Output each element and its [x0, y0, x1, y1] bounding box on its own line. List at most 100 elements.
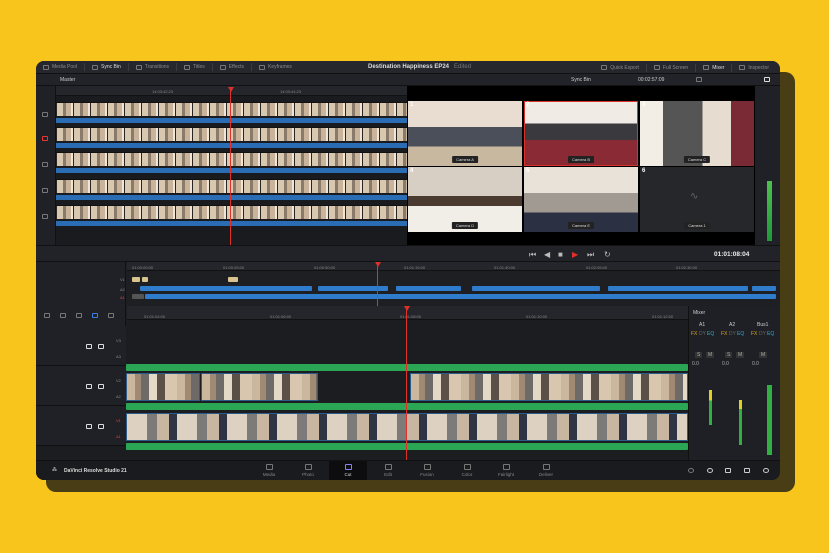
- camera-cell[interactable]: 5 Camera E: [524, 167, 638, 232]
- effects-button[interactable]: Effects: [213, 63, 252, 71]
- source-clip[interactable]: [56, 205, 407, 219]
- title-clip[interactable]: [228, 277, 238, 282]
- clip[interactable]: [140, 286, 312, 291]
- video-clip[interactable]: [410, 373, 688, 401]
- page-tab-photo[interactable]: Photo: [289, 461, 327, 480]
- source-clip[interactable]: [56, 152, 407, 166]
- play-button[interactable]: ▶: [572, 250, 578, 259]
- source-tape[interactable]: 14:03:42:23 14:03:44:23: [56, 86, 407, 245]
- title-clip[interactable]: [132, 277, 140, 282]
- page-tab-deliver[interactable]: Deliver: [527, 461, 565, 480]
- tool-icon[interactable]: [60, 313, 66, 318]
- settings-icon[interactable]: [763, 468, 769, 473]
- titles-button[interactable]: Titles: [177, 63, 213, 71]
- overview-timeline[interactable]: V1 A2 A1 01:00:00:00 01:00:25:00 01:00:5…: [36, 262, 780, 306]
- media-pool-button[interactable]: Media Pool: [36, 63, 86, 71]
- viewer-label: Sync Bin: [571, 77, 591, 83]
- camera-cell[interactable]: 4 Camera D: [408, 167, 522, 232]
- camera-cell[interactable]: 1 Camera A: [408, 101, 522, 166]
- quick-export-button[interactable]: Quick Export: [594, 63, 647, 72]
- inspector-button[interactable]: Inspector: [732, 64, 776, 72]
- speaker-icon[interactable]: [86, 344, 92, 349]
- video-clip[interactable]: [201, 373, 318, 401]
- stop-button[interactable]: ■: [558, 250, 563, 259]
- source-clip[interactable]: [56, 127, 407, 141]
- page-tab-color[interactable]: Color: [448, 461, 486, 480]
- clip[interactable]: [132, 294, 144, 299]
- speaker-icon[interactable]: [86, 424, 92, 429]
- timeline-tools: [36, 306, 126, 326]
- tool-icon[interactable]: [42, 136, 48, 141]
- clip[interactable]: [396, 286, 461, 291]
- monitor-icon[interactable]: [98, 424, 104, 429]
- loop-button[interactable]: ↻: [604, 250, 611, 259]
- source-clip[interactable]: [56, 102, 407, 116]
- title-clip[interactable]: [142, 277, 148, 282]
- full-screen-button[interactable]: Full Screen: [647, 63, 697, 72]
- fusion-icon: [423, 464, 431, 470]
- media-icon: [265, 464, 273, 470]
- sync-bin-button[interactable]: Sync Bin: [85, 63, 129, 71]
- tool-icon[interactable]: [44, 313, 50, 318]
- transport-bar: ⏮ ◀ ■ ▶ ⏭ ↻ 01:01:08:04: [36, 245, 780, 262]
- channel-meter: [709, 390, 712, 425]
- page-tab-media[interactable]: Media: [250, 461, 288, 480]
- mixer-channel-a2: A2 FX DY EQ S M 0.0: [719, 320, 749, 460]
- mixer-button[interactable]: Mixer: [696, 63, 733, 72]
- track-header-v2: V2 A2: [36, 366, 126, 406]
- keyframes-button[interactable]: Keyframes: [252, 63, 299, 71]
- multicam-viewer[interactable]: 1 Camera A 2 Camera B 3 Camera C 4 Camera D …: [407, 86, 755, 245]
- mixer-title: Mixer: [693, 310, 706, 316]
- bin-selector[interactable]: Master: [60, 77, 75, 83]
- tool-icon[interactable]: [108, 313, 114, 318]
- snap-icon[interactable]: [92, 313, 98, 318]
- video-clip[interactable]: [126, 373, 200, 401]
- play-reverse-button[interactable]: ◀: [544, 250, 550, 259]
- mixer-panel: Mixer A1 FX DY EQ S M 0.0 A2 FX DY EQ S …: [688, 306, 780, 460]
- cloud-icon[interactable]: [688, 468, 694, 473]
- tool-icon[interactable]: [42, 162, 48, 167]
- tool-icon[interactable]: [76, 313, 82, 318]
- clip[interactable]: [608, 286, 748, 291]
- mixer-channel-bus1: Bus1 FX DY EQ M 0.0: [749, 320, 780, 460]
- camera-cell[interactable]: 3 Camera C: [640, 101, 754, 166]
- page-tab-cut[interactable]: Cut: [329, 461, 367, 480]
- audio-clip-a2[interactable]: [126, 403, 688, 410]
- collaboration-icon[interactable]: [725, 468, 731, 473]
- home-icon[interactable]: [744, 468, 750, 473]
- tool-icon[interactable]: [42, 188, 48, 193]
- source-clip[interactable]: [56, 179, 407, 193]
- tool-icon[interactable]: [42, 112, 48, 117]
- transitions-button[interactable]: Transitions: [129, 63, 178, 71]
- go-to-end-button[interactable]: ⏭: [587, 250, 594, 260]
- speaker-icon[interactable]: [764, 77, 770, 82]
- camera-cell-active[interactable]: 2 Camera B: [524, 101, 638, 166]
- meter-level: [767, 181, 772, 241]
- tool-icon[interactable]: [42, 214, 48, 219]
- source-audio: [56, 195, 407, 200]
- sync-bin-icon: [92, 64, 99, 70]
- page-tab-fairlight[interactable]: Fairlight: [487, 461, 525, 480]
- go-to-start-button[interactable]: ⏮: [529, 250, 536, 260]
- speaker-icon[interactable]: [86, 384, 92, 389]
- channel-meter: [767, 385, 772, 455]
- source-tools: [36, 86, 56, 245]
- clip[interactable]: [472, 286, 600, 291]
- video-clip[interactable]: [126, 413, 688, 441]
- clip[interactable]: [145, 294, 776, 299]
- clip[interactable]: [752, 286, 776, 291]
- monitor-icon[interactable]: [98, 344, 104, 349]
- page-tab-edit[interactable]: Edit: [369, 461, 407, 480]
- channel-meter: [739, 400, 742, 445]
- chat-icon[interactable]: [707, 468, 713, 473]
- page-tab-fusion[interactable]: Fusion: [408, 461, 446, 480]
- view-mode-icon[interactable]: [696, 77, 702, 82]
- audio-clip-a1[interactable]: [126, 443, 688, 450]
- top-toolbar: Media Pool Sync Bin Transitions Titles E…: [36, 61, 780, 74]
- timeline[interactable]: 01:01:04:00 01:01:06:00 01:01:08:00 01:0…: [36, 306, 688, 460]
- monitor-icon[interactable]: [98, 384, 104, 389]
- audio-clip-a3[interactable]: [126, 364, 688, 371]
- mixer-channel-a1: A1 FX DY EQ S M 0.0: [689, 320, 719, 460]
- titles-icon: [184, 64, 191, 70]
- camera-cell-audio[interactable]: 6 ∿ Camera 1: [640, 167, 754, 232]
